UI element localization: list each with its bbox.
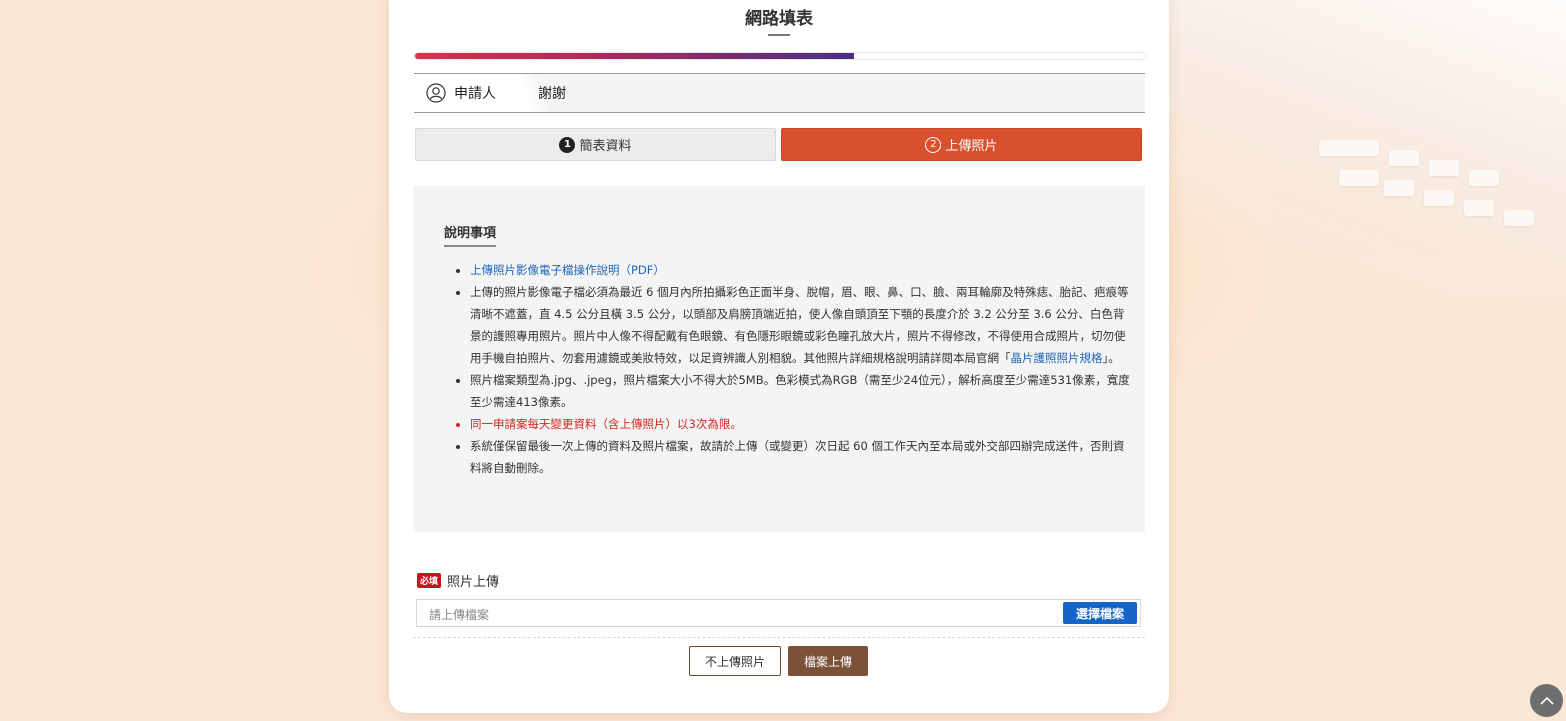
notice-panel: 說明事項 上傳照片影像電子檔操作說明（PDF） 上傳的照片影像電子檔必須為最近 …	[413, 186, 1145, 532]
scroll-to-top-button[interactable]	[1530, 684, 1563, 717]
applicant-tabs: 申請人 謝謝	[414, 73, 1145, 113]
notice-list: 上傳照片影像電子檔操作說明（PDF） 上傳的照片影像電子檔必須為最近 6 個月內…	[451, 259, 1135, 479]
chevron-up-icon	[1539, 696, 1554, 705]
progress-bar	[414, 52, 1147, 60]
step-1-label: 簡表資料	[579, 139, 632, 154]
tab-thanks-label: 謝謝	[538, 86, 566, 102]
step-number-2: 2	[925, 136, 942, 153]
retention-policy-text: 系統僅保留最後一次上傳的資料及照片檔案，故請於上傳（或變更）次日起 60 個工作…	[470, 439, 1125, 475]
progress-bar-fill	[415, 53, 854, 59]
required-badge: 必填	[417, 573, 442, 588]
page-title: 網路填表	[745, 9, 813, 29]
tab-applicant-label: 申請人	[454, 86, 496, 102]
step-number-1: 1	[559, 136, 576, 153]
step-2-upload-photo[interactable]: 2 上傳照片	[781, 128, 1142, 161]
notice-title: 說明事項	[444, 222, 497, 247]
skip-photo-button[interactable]: 不上傳照片	[689, 646, 781, 676]
form-card: 網路填表 申請人 謝謝 1 簡表資料 2 上傳照片 說明事項 上傳照片影像電子檔…	[389, 0, 1169, 713]
list-item: 照片檔案類型為.jpg、.jpeg，照片檔案大小不得大於5MB。色彩模式為RGB…	[470, 369, 1135, 413]
file-format-text: 照片檔案類型為.jpg、.jpeg，照片檔案大小不得大於5MB。色彩模式為RGB…	[470, 373, 1130, 409]
choose-file-button[interactable]: 選擇檔案	[1063, 602, 1137, 624]
step-2-label: 上傳照片	[945, 139, 998, 154]
list-item: 系統僅保留最後一次上傳的資料及照片檔案，故請於上傳（或變更）次日起 60 個工作…	[470, 435, 1135, 479]
user-icon	[426, 83, 446, 103]
step-1-basic-info[interactable]: 1 簡表資料	[415, 128, 776, 161]
change-limit-warning: 同一申請案每天變更資料（含上傳照片）以3次為限。	[470, 417, 742, 431]
background-keyboard-image	[1169, 0, 1566, 300]
passport-photo-spec-link[interactable]: 晶片護照照片規格	[1011, 351, 1103, 365]
photo-requirements-suffix: 」。	[1102, 351, 1120, 365]
operation-guide-pdf-link[interactable]: 上傳照片影像電子檔操作說明（PDF）	[470, 263, 665, 277]
list-item: 上傳的照片影像電子檔必須為最近 6 個月內所拍攝彩色正面半身、脫帽，眉、眼、鼻、…	[470, 281, 1135, 369]
upload-file-button[interactable]: 檔案上傳	[788, 646, 868, 676]
file-upload-field[interactable]: 請上傳檔案 選擇檔案	[416, 599, 1141, 627]
tab-thanks[interactable]: 謝謝	[538, 74, 566, 112]
photo-upload-label: 必填 照片上傳	[417, 571, 499, 590]
title-underline	[768, 34, 790, 36]
file-upload-placeholder: 請上傳檔案	[429, 608, 490, 622]
tab-applicant[interactable]: 申請人	[414, 74, 534, 112]
divider	[413, 637, 1145, 638]
photo-upload-label-text: 照片上傳	[447, 575, 500, 590]
list-item: 上傳照片影像電子檔操作說明（PDF）	[470, 259, 1135, 281]
list-item: 同一申請案每天變更資料（含上傳照片）以3次為限。	[470, 413, 1135, 435]
